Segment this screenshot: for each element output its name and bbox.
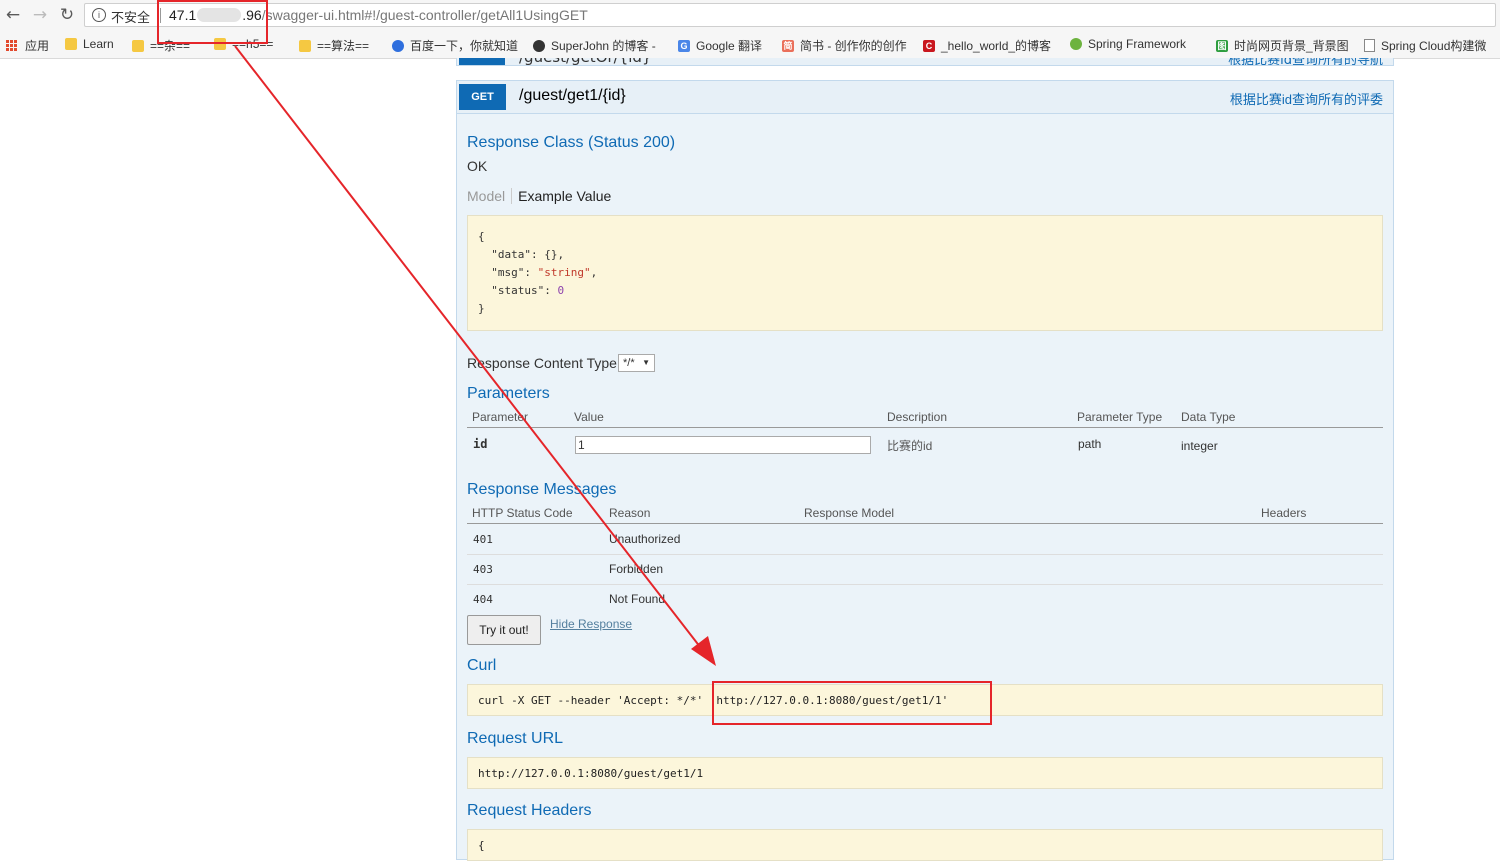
annotation-arrow <box>234 45 716 666</box>
